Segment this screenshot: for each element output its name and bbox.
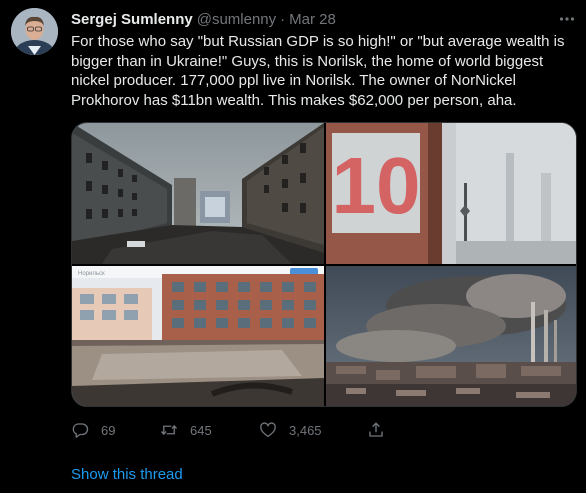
tweet-date[interactable]: Mar 28	[289, 11, 336, 28]
more-button[interactable]	[556, 8, 578, 30]
photo-building-number-10[interactable]: 10	[326, 123, 576, 264]
photo-caption-snippet: Норильск	[78, 271, 105, 277]
photo-norilsk-courtyard[interactable]	[72, 123, 324, 264]
photo-smoking-factory[interactable]	[326, 266, 576, 406]
like-button[interactable]: 3,465	[259, 419, 322, 441]
media-grid: 10 Норильск	[71, 122, 577, 407]
like-count: 3,465	[289, 422, 322, 438]
photo-flooded-yard[interactable]: Норильск	[72, 266, 324, 406]
show-thread-link[interactable]: Show this thread	[71, 466, 183, 483]
retweet-icon	[160, 424, 178, 436]
building-number: 10	[332, 141, 421, 230]
reply-icon	[72, 423, 89, 438]
more-icon	[559, 17, 575, 21]
user-handle[interactable]: @sumlenny	[197, 11, 276, 28]
like-icon	[260, 422, 276, 438]
reply-button[interactable]: 69	[71, 419, 115, 441]
display-name[interactable]: Sergej Sumlenny	[71, 11, 193, 28]
tweet[interactable]: Sergej Sumlenny @sumlenny · Mar 28 For t…	[0, 0, 586, 493]
reply-count: 69	[101, 422, 116, 438]
avatar[interactable]	[11, 8, 58, 55]
action-bar: 69 645 3,465	[71, 419, 401, 441]
tweet-text: For those who say "but Russian GDP is so…	[71, 33, 565, 109]
retweet-button[interactable]: 645	[160, 419, 212, 441]
retweet-count: 645	[190, 422, 212, 438]
share-button[interactable]	[367, 419, 385, 441]
separator: ·	[280, 10, 286, 28]
tweet-header: Sergej Sumlenny @sumlenny · Mar 28	[71, 9, 336, 29]
share-icon	[369, 422, 383, 437]
